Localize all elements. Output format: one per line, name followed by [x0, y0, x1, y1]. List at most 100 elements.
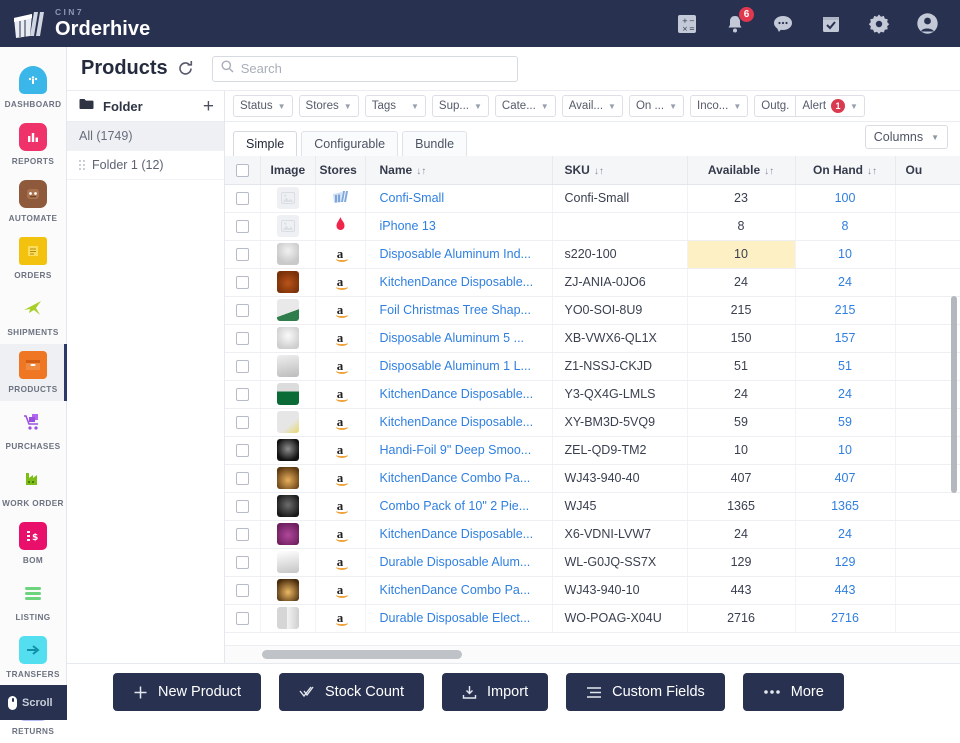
product-name-cell[interactable]: Disposable Aluminum 5 ... [365, 324, 552, 352]
product-name-cell[interactable]: Disposable Aluminum Ind... [365, 240, 552, 268]
row-select-cell[interactable] [225, 352, 260, 380]
sidebar-item-listing[interactable]: LISTING [0, 572, 67, 629]
on-hand-quantity-cell[interactable]: 215 [795, 296, 895, 324]
sort-icon[interactable]: ↓↑ [594, 166, 604, 177]
column-header-name[interactable]: Name↓↑ [365, 156, 552, 184]
product-name-cell[interactable]: iPhone 13 [365, 212, 552, 240]
row-checkbox[interactable] [236, 220, 249, 233]
filter-chip-tags[interactable]: Tags ▼ [365, 95, 426, 117]
more-button[interactable]: More [743, 673, 844, 711]
sidebar-item-work-order[interactable]: WORK ORDER [0, 458, 67, 515]
filter-chip-status[interactable]: Status ▼ [233, 95, 293, 117]
column-header-sku[interactable]: SKU↓↑ [552, 156, 687, 184]
on-hand-quantity-cell[interactable]: 10 [795, 436, 895, 464]
row-select-cell[interactable] [225, 576, 260, 604]
table-row[interactable]: iPhone 1388 [225, 212, 960, 240]
product-name-cell[interactable]: Foil Christmas Tree Shap... [365, 296, 552, 324]
filter-chip-available[interactable]: Avail... ▼ [562, 95, 623, 117]
sidebar-item-bom[interactable]: $ BOM [0, 515, 67, 572]
row-select-cell[interactable] [225, 492, 260, 520]
product-name-cell[interactable]: Handi-Foil 9" Deep Smoo... [365, 436, 552, 464]
table-row[interactable]: aKitchenDance Disposable...Y3-QX4G-LMLS2… [225, 380, 960, 408]
calculator-icon[interactable]: + − × = [674, 11, 700, 37]
on-hand-quantity-cell[interactable]: 157 [795, 324, 895, 352]
on-hand-quantity-cell[interactable]: 443 [795, 576, 895, 604]
user-account-avatar-icon[interactable] [914, 11, 940, 37]
on-hand-quantity-cell[interactable]: 24 [795, 268, 895, 296]
filter-chip-category[interactable]: Cate... ▼ [495, 95, 556, 117]
sidebar-item-orders[interactable]: ORDERS [0, 230, 67, 287]
table-row[interactable]: aDurable Disposable Alum...WL-G0JQ-SS7X1… [225, 548, 960, 576]
scroll-hint-chip[interactable]: Scroll [0, 685, 67, 720]
on-hand-quantity-cell[interactable]: 407 [795, 464, 895, 492]
chat-icon[interactable] [770, 11, 796, 37]
table-row[interactable]: Confi-SmallConfi-Small23100 [225, 184, 960, 212]
filter-chip-on-hand[interactable]: On ... ▼ [629, 95, 684, 117]
product-name-cell[interactable]: Disposable Aluminum 1 L... [365, 352, 552, 380]
sidebar-item-automate[interactable]: AUTOMATE [0, 173, 67, 230]
search-box[interactable] [212, 56, 518, 82]
on-hand-quantity-cell[interactable]: 129 [795, 548, 895, 576]
select-all-header[interactable] [225, 156, 260, 184]
sort-icon[interactable]: ↓↑ [867, 166, 877, 177]
stock-count-button[interactable]: Stock Count [279, 673, 424, 711]
filter-chip-outgoing[interactable]: Outg. [754, 95, 795, 117]
product-name-cell[interactable]: KitchenDance Combo Pa... [365, 576, 552, 604]
row-checkbox[interactable] [236, 388, 249, 401]
row-checkbox[interactable] [236, 612, 249, 625]
tab-simple[interactable]: Simple [233, 131, 297, 156]
drag-handle-icon[interactable] [79, 160, 85, 170]
column-header-image[interactable]: Image [260, 156, 315, 184]
row-select-cell[interactable] [225, 212, 260, 240]
notifications-bell-icon[interactable]: 6 [722, 11, 748, 37]
row-select-cell[interactable] [225, 296, 260, 324]
new-product-button[interactable]: New Product [113, 673, 261, 711]
product-name-cell[interactable]: Confi-Small [365, 184, 552, 212]
product-name-cell[interactable]: KitchenDance Combo Pa... [365, 464, 552, 492]
vertical-scrollbar-thumb[interactable] [951, 296, 957, 493]
search-input[interactable] [241, 61, 509, 76]
row-select-cell[interactable] [225, 464, 260, 492]
brand-logo[interactable]: CIN7 Orderhive [10, 8, 150, 40]
on-hand-quantity-cell[interactable]: 8 [795, 212, 895, 240]
row-select-cell[interactable] [225, 604, 260, 632]
product-name-cell[interactable]: Durable Disposable Alum... [365, 548, 552, 576]
sidebar-item-dashboard[interactable]: DASHBOARD [0, 59, 67, 116]
filter-chip-incoming[interactable]: Inco... ▼ [690, 95, 748, 117]
row-select-cell[interactable] [225, 380, 260, 408]
table-row[interactable]: aDisposable Aluminum 5 ...XB-VWX6-QL1X15… [225, 324, 960, 352]
on-hand-quantity-cell[interactable]: 2716 [795, 604, 895, 632]
row-select-cell[interactable] [225, 520, 260, 548]
table-row[interactable]: aFoil Christmas Tree Shap...YO0-SOI-8U92… [225, 296, 960, 324]
on-hand-quantity-cell[interactable]: 1365 [795, 492, 895, 520]
sidebar-item-products[interactable]: PRODUCTS [0, 344, 67, 401]
column-header-available[interactable]: Available↓↑ [687, 156, 795, 184]
on-hand-quantity-cell[interactable]: 51 [795, 352, 895, 380]
row-select-cell[interactable] [225, 324, 260, 352]
product-name-cell[interactable]: KitchenDance Disposable... [365, 268, 552, 296]
table-row[interactable]: aKitchenDance Combo Pa...WJ43-940-104434… [225, 576, 960, 604]
row-checkbox[interactable] [236, 276, 249, 289]
row-checkbox[interactable] [236, 304, 249, 317]
table-row[interactable]: aKitchenDance Disposable...ZJ-ANIA-0JO62… [225, 268, 960, 296]
sort-icon[interactable]: ↓↑ [764, 166, 774, 177]
row-select-cell[interactable] [225, 268, 260, 296]
settings-gear-icon[interactable] [866, 11, 892, 37]
row-select-cell[interactable] [225, 408, 260, 436]
custom-fields-button[interactable]: Custom Fields [566, 673, 725, 711]
row-select-cell[interactable] [225, 436, 260, 464]
sidebar-item-shipments[interactable]: SHIPMENTS [0, 287, 67, 344]
columns-button[interactable]: Columns ▼ [865, 125, 948, 149]
row-select-cell[interactable] [225, 240, 260, 268]
table-row[interactable]: aKitchenDance Combo Pa...WJ43-940-404074… [225, 464, 960, 492]
table-row[interactable]: aDisposable Aluminum Ind...s220-1001010 [225, 240, 960, 268]
folder-row-folder-1[interactable]: Folder 1 (12) [67, 151, 224, 180]
table-row[interactable]: aHandi-Foil 9" Deep Smoo...ZEL-QD9-TM210… [225, 436, 960, 464]
row-select-cell[interactable] [225, 184, 260, 212]
folder-row-all[interactable]: All (1749) [67, 122, 224, 151]
row-checkbox[interactable] [236, 500, 249, 513]
row-checkbox[interactable] [236, 360, 249, 373]
row-checkbox[interactable] [236, 556, 249, 569]
filter-chip-alert[interactable]: Alert 1 ▼ [795, 95, 865, 117]
tasks-calendar-check-icon[interactable] [818, 11, 844, 37]
